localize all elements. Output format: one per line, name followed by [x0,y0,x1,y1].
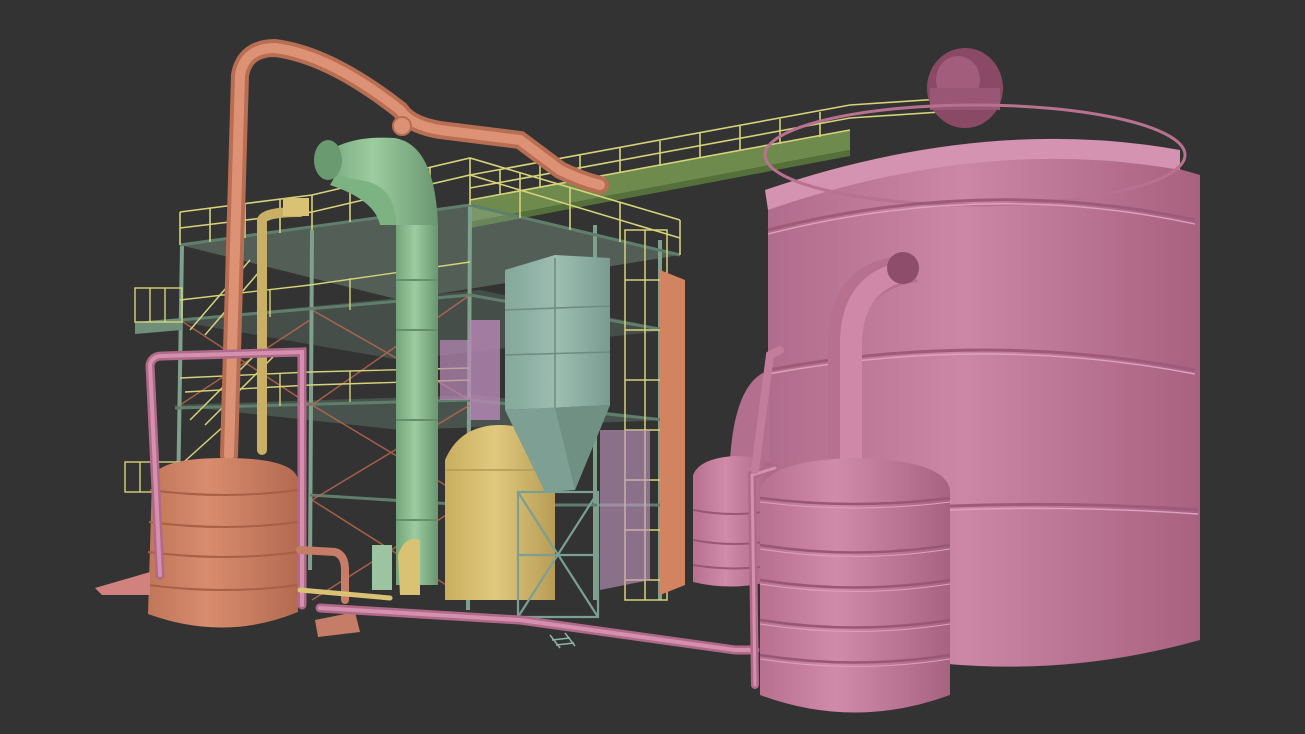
green-distillation-column [314,137,438,595]
viewport-3d[interactable] [0,0,1305,734]
industrial-plant-render [95,38,1200,713]
